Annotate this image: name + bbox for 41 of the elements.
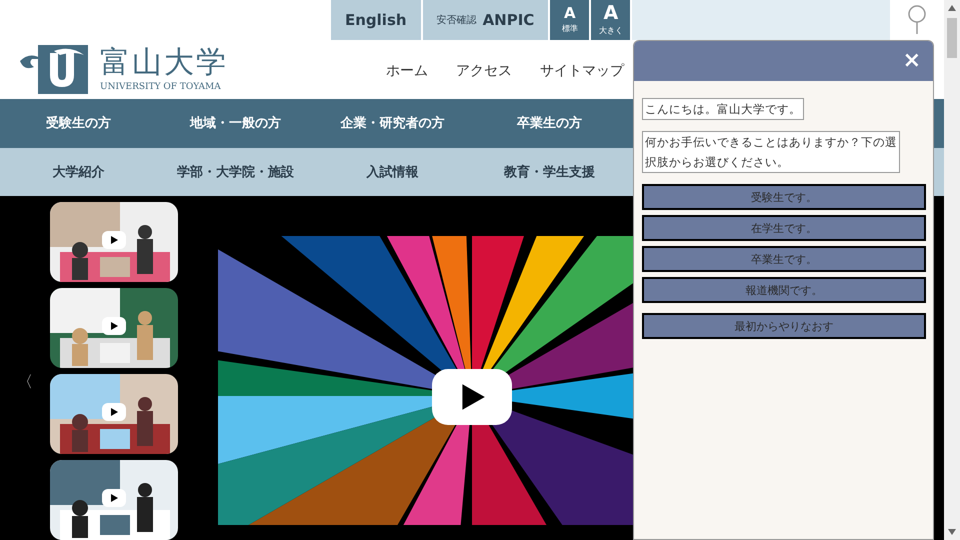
play-icon: [109, 320, 119, 331]
header-link[interactable]: サイトマップ: [540, 62, 624, 80]
scroll-down-icon[interactable]: [948, 529, 956, 535]
play-button[interactable]: [432, 368, 512, 425]
audience-nav-item[interactable]: 地域・一般の方: [157, 99, 314, 148]
font-size-button[interactable]: A 大きく: [591, 0, 630, 40]
option-button[interactable]: 報道機関です。: [642, 277, 926, 303]
anpic-link[interactable]: 安否確認 ANPIC: [422, 0, 548, 40]
restart-button[interactable]: 最初からやりなおす: [642, 313, 926, 339]
header-link[interactable]: アクセス: [456, 62, 512, 80]
logo-subtitle: UNIVERSITY OF TOYAMA: [100, 82, 222, 92]
option-button[interactable]: 卒業生です。: [642, 246, 926, 272]
scroll-thumb[interactable]: [947, 18, 957, 58]
search-icon: [908, 5, 926, 35]
scrollbar[interactable]: [944, 0, 960, 540]
chat-message: こんにちは。富山大学です。: [642, 98, 804, 120]
play-button[interactable]: [102, 488, 126, 507]
audience-nav-item[interactable]: 卒業生の方: [471, 99, 628, 148]
section-nav-item[interactable]: 入試情報: [314, 148, 471, 196]
option-button[interactable]: 受験生です。: [642, 184, 926, 210]
play-icon: [109, 234, 119, 245]
option-button[interactable]: 在学生です。: [642, 215, 926, 241]
play-icon: [109, 492, 119, 503]
play-button[interactable]: [102, 230, 126, 249]
previous-link[interactable]: 〈: [0, 226, 50, 540]
logo-title: 富山大学: [100, 48, 228, 78]
audience-nav-item[interactable]: 受験生の方: [0, 99, 157, 148]
scroll-up-icon[interactable]: [948, 5, 956, 11]
play-icon: [109, 406, 119, 417]
section-nav-item[interactable]: 教育・学生支援: [471, 148, 628, 196]
audience-nav-item[interactable]: 企業・研究者の方: [314, 99, 471, 148]
font-size-button[interactable]: A 標準: [550, 0, 590, 40]
header-link[interactable]: ホーム: [386, 62, 428, 80]
section-nav-item[interactable]: 大学紹介: [0, 148, 157, 196]
close-button[interactable]: ×: [900, 50, 923, 72]
section-nav-item[interactable]: 学部・大学院・施設: [157, 148, 314, 196]
logo-icon: [20, 44, 88, 95]
language-link[interactable]: English: [331, 0, 421, 40]
play-button[interactable]: [102, 316, 126, 335]
chat-message: 何かお手伝いできることはありますか？下の選択肢からお選びください。: [642, 131, 900, 173]
play-button[interactable]: [102, 402, 126, 421]
